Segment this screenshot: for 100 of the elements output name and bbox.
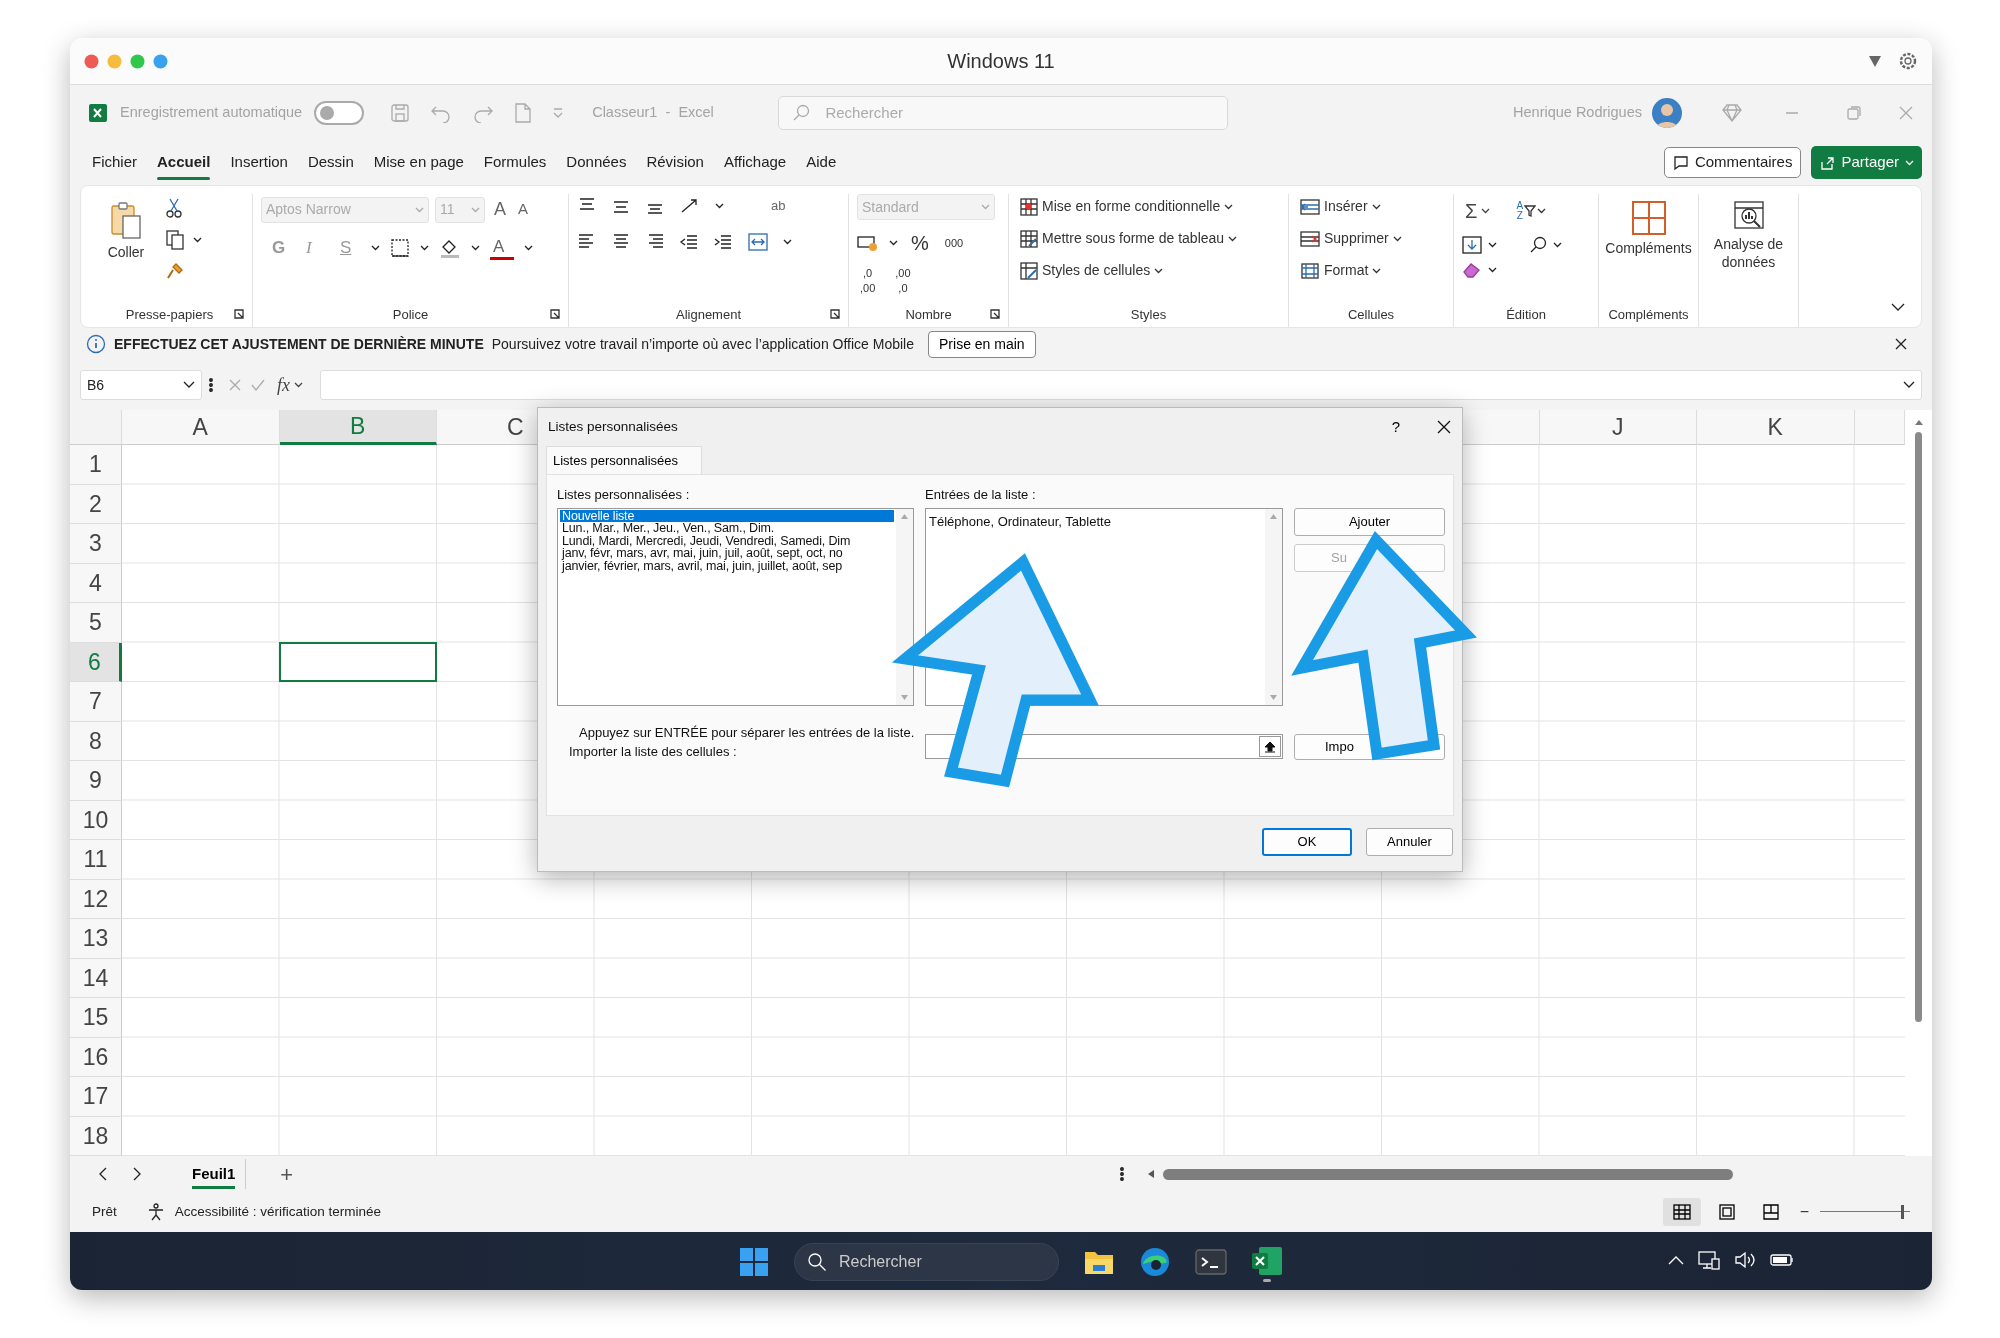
row-header[interactable]: 11 [70,840,122,880]
merge-icon[interactable] [747,231,769,252]
row-header[interactable]: 9 [70,761,122,801]
thousands-button[interactable]: 000 [941,232,967,254]
analyze-data-button[interactable]: Analyse de données [1707,194,1790,303]
help-button[interactable]: ? [1385,414,1406,440]
cancel-button[interactable]: Annuler [1366,828,1453,856]
styles-menu-button[interactable]: Mise en forme conditionnelle [1017,194,1280,219]
caret-icon[interactable] [524,244,533,251]
cells-menu-button[interactable]: Supprimer [1297,226,1445,251]
dialog-tab[interactable]: Listes personnalisées [546,446,702,474]
ok-button[interactable]: OK [1262,828,1352,856]
row-header[interactable]: 10 [70,800,122,840]
scroll-up-icon[interactable] [1913,418,1924,426]
scrollbar-thumb[interactable] [1915,432,1922,1022]
excel-icon[interactable] [1251,1246,1283,1276]
sort-filter-button[interactable]: A Z [1513,199,1550,223]
sheet-tab[interactable]: Feuil1 [182,1158,247,1190]
column-header[interactable]: J [1539,410,1697,445]
decrease-decimal-button[interactable]: ,00 ,0 [892,266,914,296]
eraser-icon[interactable] [1462,262,1482,278]
selected-cell[interactable] [278,641,437,682]
scrollbar-thumb[interactable] [1163,1168,1734,1180]
battery-icon[interactable] [1770,1252,1796,1268]
excel-logo-icon[interactable] [88,102,108,123]
borders-icon[interactable] [390,237,410,258]
styles-menu-button[interactable]: Styles de cellules [1017,258,1280,283]
get-started-button[interactable]: Prise en main [928,330,1036,358]
share-button[interactable]: Partager [1811,146,1922,179]
caret-icon[interactable] [1488,242,1497,248]
caret-icon[interactable] [471,244,480,251]
caret-icon[interactable] [1553,242,1562,248]
row-header[interactable]: 7 [70,682,122,722]
user-avatar[interactable] [1652,97,1682,128]
search-icon[interactable] [1529,236,1547,254]
caret-icon[interactable] [371,244,380,251]
settings-icon[interactable] [1898,51,1918,71]
window-dot[interactable] [153,53,168,69]
search-field[interactable]: Rechercher [778,95,1229,130]
wrap-text-button[interactable]: ab [768,194,789,218]
window-dot[interactable] [130,53,145,69]
caret-icon[interactable] [715,202,724,209]
menu-tab[interactable]: Formules [473,145,557,180]
next-sheet-icon[interactable] [132,1167,142,1181]
menu-tab[interactable]: Insertion [220,145,298,180]
browser-icon[interactable] [1139,1246,1171,1278]
column-header[interactable]: B [279,410,437,445]
comments-button[interactable]: Commentaires [1663,147,1802,178]
show-hidden-icons-icon[interactable] [1668,1255,1684,1265]
terminal-icon[interactable] [1195,1248,1227,1276]
insert-function-button[interactable]: fx [274,369,306,401]
formula-input[interactable] [320,370,1922,400]
menu-tab[interactable]: Accueil [147,145,221,180]
cells-menu-button[interactable]: Insérer [1297,194,1445,219]
row-header[interactable]: 1 [70,445,122,485]
normal-view-button[interactable] [1662,1198,1701,1226]
dialog-launcher-icon[interactable] [830,309,840,319]
row-header[interactable]: 6 [70,642,122,682]
row-header[interactable]: 16 [70,1037,122,1077]
autosave-toggle[interactable] [314,100,365,125]
menu-tab[interactable]: Dessin [297,145,364,180]
menu-tab[interactable]: Affichage [713,145,797,180]
dialog-launcher-icon[interactable] [990,309,1000,319]
row-header[interactable]: 15 [70,998,122,1038]
taskbar-search-field[interactable]: Rechercher [794,1243,1059,1281]
styles-menu-button[interactable]: Mettre sous forme de tableau [1017,226,1280,251]
increase-decimal-button[interactable]: ,0 ,00 [857,266,879,296]
caret-icon[interactable] [1488,267,1497,273]
menu-tab[interactable]: Fichier [82,145,147,180]
caret-icon[interactable] [783,238,792,245]
list-item[interactable]: Lundi, Mardi, Mercredi, Jeudi, Vendredi, Samedi, Dim [560,534,894,548]
zoom-out-button[interactable]: − [1796,1198,1812,1226]
row-header[interactable]: 17 [70,1077,122,1117]
more-icon[interactable] [1119,1166,1126,1182]
caret-icon[interactable] [193,237,202,243]
autosum-button[interactable]: Σ [1462,194,1494,228]
dialog-launcher-icon[interactable] [234,309,244,319]
grow-font-button[interactable]: A [491,194,509,225]
speaker-icon[interactable] [1734,1251,1756,1269]
menu-tab[interactable]: Révision [636,145,714,180]
name-box[interactable]: B6 [80,370,202,400]
shrink-font-button[interactable]: A [515,196,532,223]
list-item[interactable]: Lun., Mar., Mer., Jeu., Ven., Sam., Dim. [560,522,894,535]
row-header[interactable]: 2 [70,484,122,524]
filter-icon[interactable] [1868,54,1882,68]
row-header[interactable]: 13 [70,919,122,959]
zoom-slider[interactable] [1820,1205,1910,1219]
list-item[interactable]: janvier, février, mars, avril, mai, juin, juillet, août, sep [560,559,894,573]
row-header[interactable]: 5 [70,603,122,643]
scroll-left-icon[interactable] [1147,1169,1156,1179]
row-header[interactable]: 12 [70,879,122,919]
window-dot[interactable] [84,53,99,69]
slider-thumb[interactable] [1900,1205,1904,1219]
copy-icon[interactable] [166,230,184,250]
column-header[interactable]: K [1697,410,1855,445]
list-item[interactable]: Nouvelle liste [560,509,894,523]
caret-icon[interactable] [420,244,429,251]
menu-tab[interactable]: Données [556,145,637,180]
add-button[interactable]: Ajouter [1294,507,1445,536]
fill-down-icon[interactable] [1462,236,1482,254]
